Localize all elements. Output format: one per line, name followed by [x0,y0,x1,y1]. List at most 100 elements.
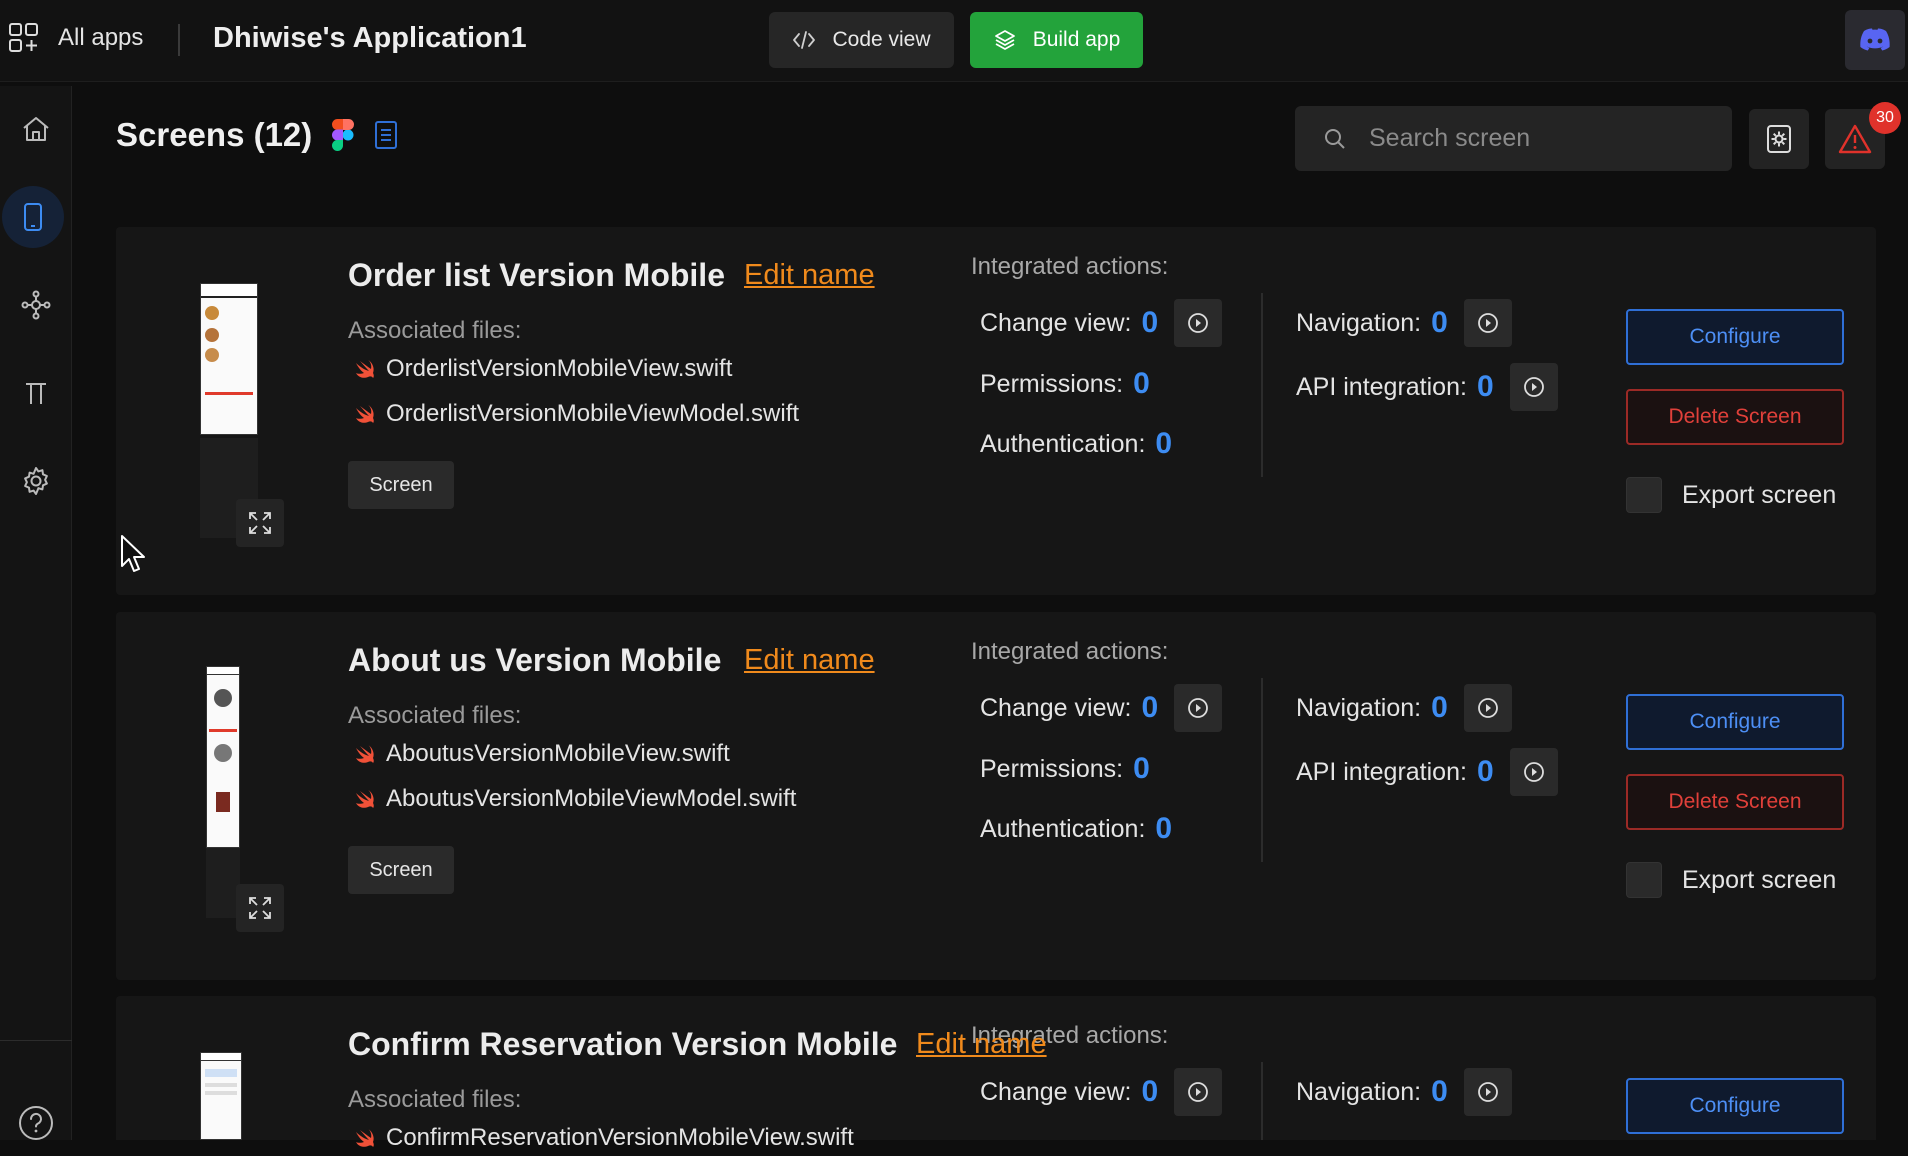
document-icon[interactable] [374,120,398,150]
search-icon [1325,128,1345,149]
screen-name: Order list Version Mobile [348,257,725,293]
expand-button[interactable] [236,499,284,547]
export-checkbox[interactable] [1626,862,1662,898]
code-view-label: Code view [832,28,931,51]
expand-icon [249,512,271,534]
edit-name-link[interactable]: Edit name [744,259,875,292]
figma-icon[interactable] [332,119,355,151]
play-button[interactable] [1509,363,1558,411]
api-integration-metric: API integration: 0 [1296,363,1558,411]
metric-value: 0 [1141,1075,1159,1108]
screen-thumbnail[interactable] [200,1052,242,1140]
alert-count-badge: 30 [1869,102,1901,134]
expand-button[interactable] [236,884,284,932]
navigation-metric: Navigation: 0 [1296,299,1512,347]
play-icon [1523,762,1544,782]
integrated-actions-label: Integrated actions: [971,638,1169,665]
screen-thumbnail-dark [206,848,240,918]
export-screen-toggle[interactable]: Export screen [1626,862,1836,898]
configure-button[interactable]: Configure [1626,309,1844,365]
screen-thumbnail[interactable] [206,666,240,848]
screen-settings-icon [1767,125,1791,153]
metric-label: Change view: [980,1077,1132,1106]
export-label: Export screen [1682,865,1837,894]
screen-tag: Screen [348,846,454,894]
all-apps-link[interactable]: All apps [8,22,143,54]
layers-icon [994,30,1015,50]
edit-name-link[interactable]: Edit name [916,1028,1047,1061]
play-button[interactable] [1463,684,1512,732]
export-checkbox[interactable] [1626,477,1662,513]
metric-value: 0 [1431,691,1448,724]
file-item[interactable]: OrderlistVersionMobileViewModel.swift [354,400,799,428]
sidebar-item-settings[interactable] [0,448,72,514]
sidebar-item-integrations[interactable] [0,272,72,338]
sidebar [0,86,72,1140]
screen-card: Confirm Reservation Version Mobile Integ… [116,996,1876,1151]
metric-label: Navigation: [1296,308,1422,337]
metric-value: 0 [1155,812,1173,845]
build-app-button[interactable]: Build app [970,12,1143,68]
screen-thumbnail[interactable] [200,283,258,435]
column-divider [1261,1062,1263,1140]
metric-label: API integration: [1296,757,1467,786]
discord-button[interactable] [1845,10,1905,70]
export-screen-toggle[interactable]: Export screen [1626,477,1836,513]
search-box[interactable] [1295,106,1732,171]
discord-icon [1860,28,1890,51]
metric-label: Change view: [980,308,1132,337]
configure-button[interactable]: Configure [1626,1078,1844,1134]
play-button[interactable] [1174,299,1223,347]
screens-heading: Screens (12) [116,116,398,154]
divider [178,24,180,56]
mouse-cursor-icon [121,535,145,572]
metric-value: 0 [1133,752,1150,785]
warning-icon [1838,124,1872,154]
play-icon [1188,698,1209,718]
play-button[interactable] [1463,299,1512,347]
metric-value: 0 [1141,691,1159,724]
file-name: AboutusVersionMobileView.swift [386,740,730,767]
play-button[interactable] [1509,748,1558,796]
metric-label: Change view: [980,693,1132,722]
file-name: OrderlistVersionMobileViewModel.swift [386,400,800,427]
file-item[interactable]: ConfirmReservationVersionMobileView.swif… [354,1124,854,1152]
associated-files-label: Associated files: [348,317,522,344]
screen-name: About us Version Mobile [348,642,722,678]
home-icon [23,117,49,141]
swift-icon [356,790,374,808]
screen-settings-button[interactable] [1749,109,1809,169]
delete-screen-button[interactable]: Delete Screen [1626,774,1844,830]
sidebar-item-help[interactable] [0,1090,72,1156]
api-integration-metric: API integration: 0 [1296,748,1558,796]
metric-label: Permissions: [980,369,1124,398]
metric-value: 0 [1431,306,1448,339]
play-button[interactable] [1463,1068,1512,1116]
play-button[interactable] [1174,1068,1223,1116]
metric-value: 0 [1476,370,1494,403]
edit-name-link[interactable]: Edit name [744,644,875,677]
sidebar-item-home[interactable] [0,96,72,162]
screen-card: Order list Version Mobile Edit name Asso… [116,227,1876,595]
integrated-actions-label: Integrated actions: [971,253,1169,280]
expand-icon [249,897,271,919]
file-item[interactable]: AboutusVersionMobileView.swift [354,740,730,768]
metric-value: 0 [1141,306,1159,339]
code-view-button[interactable]: Code view [769,12,954,68]
delete-screen-button[interactable]: Delete Screen [1626,389,1844,445]
associated-files-label: Associated files: [348,702,522,729]
configure-button[interactable]: Configure [1626,694,1844,750]
play-button[interactable] [1174,684,1223,732]
screen-tag: Screen [348,461,454,509]
file-item[interactable]: AboutusVersionMobileViewModel.swift [354,785,796,813]
swift-icon [356,360,374,378]
file-item[interactable]: OrderlistVersionMobileView.swift [354,355,732,383]
sidebar-item-typography[interactable] [0,360,72,426]
column-divider [1261,678,1263,862]
sidebar-item-screens[interactable] [2,186,64,248]
authentication-metric: Authentication: 0 [980,427,1172,461]
search-input[interactable] [1369,124,1709,153]
navigation-metric: Navigation: 0 [1296,684,1512,732]
play-icon [1523,377,1544,397]
top-bar: All apps Dhiwise's Application1 Code vie… [0,0,1908,82]
